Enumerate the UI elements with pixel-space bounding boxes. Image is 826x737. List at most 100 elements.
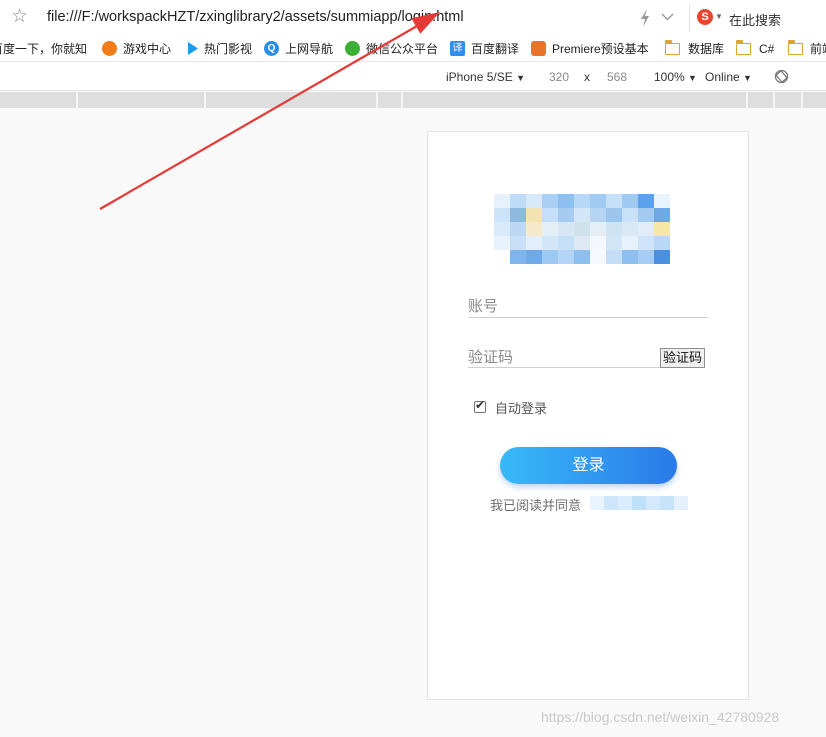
logo-mosaic-tile	[526, 194, 542, 208]
logo-mosaic-tile	[574, 208, 590, 222]
logo-mosaic-tile	[606, 208, 622, 222]
logo-mosaic-tile	[494, 236, 510, 250]
dimension-separator: x	[584, 70, 590, 84]
zoom-select[interactable]: 100% ▼	[654, 70, 697, 85]
lightning-icon[interactable]	[639, 9, 651, 27]
logo-mosaic-tile	[622, 250, 638, 264]
sogou-search-icon[interactable]: S	[697, 9, 713, 25]
ruler-divider	[801, 92, 803, 108]
bookmark-folder-frontend[interactable]: 前端	[810, 41, 826, 57]
ruler-divider	[401, 92, 403, 108]
logo-mosaic-tile	[542, 250, 558, 264]
device-toolbar: iPhone 5/SE ▼ 320 x 568 100% ▼ Online ▼	[0, 62, 826, 91]
logo-mosaic-tile	[606, 236, 622, 250]
logo-mosaic-tile	[622, 208, 638, 222]
logo-mosaic-tile	[574, 222, 590, 236]
logo-mosaic-tile	[542, 194, 558, 208]
logo-mosaic-tile	[654, 194, 670, 208]
logo-mosaic-tile	[638, 222, 654, 236]
logo-mosaic-tile	[558, 236, 574, 250]
search-input[interactable]: 在此搜索	[729, 10, 781, 29]
auto-login-label[interactable]: 自动登录	[495, 398, 547, 417]
play-icon	[188, 42, 198, 55]
premiere-icon	[531, 41, 546, 56]
caret-down-icon[interactable]: ▼	[715, 12, 723, 21]
url-field[interactable]: file:///F:/workspackHZT/zxinglibrary2/as…	[47, 9, 464, 25]
folder-icon	[664, 40, 680, 55]
network-value: Online	[705, 70, 740, 84]
logo-mosaic-tile	[654, 250, 670, 264]
link-mosaic-tile	[604, 496, 618, 510]
device-frame: 账号 验证码 验证码 ✔ 自动登录 登录 我已阅读并同意	[427, 131, 749, 700]
logo-mosaic-tile	[510, 250, 526, 264]
logo-mosaic-tile	[638, 250, 654, 264]
verification-code-input[interactable]: 验证码	[468, 347, 661, 368]
media-query-ruler	[0, 92, 826, 108]
app-logo-blurred	[494, 194, 686, 264]
logo-mosaic-tile	[494, 222, 510, 236]
watermark: https://blog.csdn.net/weixin_42780928	[541, 709, 780, 725]
logo-mosaic-tile	[574, 250, 590, 264]
logo-mosaic-tile	[638, 236, 654, 250]
link-mosaic-tile	[646, 496, 660, 510]
logo-mosaic-tile	[510, 236, 526, 250]
bookmark-premiere[interactable]: Premiere预设基本	[552, 41, 654, 57]
link-mosaic-tile	[674, 496, 688, 510]
bookmark-wechat-platform[interactable]: 微信公众平台	[366, 41, 438, 57]
ruler-divider	[773, 92, 775, 108]
logo-mosaic-tile	[510, 208, 526, 222]
height-input[interactable]: 568	[607, 70, 627, 84]
bookmarks-bar: 百度一下，你就知 游戏中心 热门影视 Q 上网导航 微信公众平台 译 百度翻译 …	[0, 36, 826, 62]
wechat-icon	[345, 41, 360, 56]
link-mosaic-tile	[618, 496, 632, 510]
logo-mosaic-tile	[606, 250, 622, 264]
rotate-icon[interactable]	[774, 69, 789, 84]
toolbar-separator	[689, 4, 690, 32]
width-input[interactable]: 320	[549, 70, 569, 84]
bookmark-baidu-translate[interactable]: 百度翻译	[471, 41, 519, 57]
logo-mosaic-tile	[590, 236, 606, 250]
bookmark-folder-database[interactable]: 数据库	[688, 41, 724, 57]
chevron-down-icon[interactable]	[661, 12, 674, 22]
address-bar: ☆ file:///F:/workspackHZT/zxinglibrary2/…	[0, 0, 826, 36]
logo-mosaic-tile	[654, 236, 670, 250]
link-mosaic-tile	[590, 496, 604, 510]
link-mosaic-tile	[660, 496, 674, 510]
account-input[interactable]: 账号	[468, 296, 708, 318]
logo-mosaic-tile	[510, 194, 526, 208]
logo-mosaic-tile	[526, 208, 542, 222]
device-select[interactable]: iPhone 5/SE ▼	[446, 70, 525, 85]
logo-mosaic-tile	[654, 208, 670, 222]
logo-mosaic-tile	[542, 222, 558, 236]
logo-mosaic-tile	[622, 222, 638, 236]
agreement-text: 我已阅读并同意	[490, 498, 582, 513]
caret-down-icon: ▼	[688, 73, 697, 83]
logo-mosaic-tile	[590, 208, 606, 222]
bookmark-hot-video[interactable]: 热门影视	[204, 41, 252, 57]
ruler-divider	[204, 92, 206, 108]
logo-mosaic-tile	[622, 194, 638, 208]
link-mosaic-tile	[632, 496, 646, 510]
logo-mosaic-tile	[542, 236, 558, 250]
logo-mosaic-tile	[622, 236, 638, 250]
logo-mosaic-tile	[606, 194, 622, 208]
star-icon[interactable]: ☆	[11, 7, 28, 27]
logo-mosaic-tile	[590, 194, 606, 208]
device-name: iPhone 5/SE	[446, 70, 513, 84]
agreement-link-blurred[interactable]	[590, 496, 690, 510]
game-center-icon	[102, 41, 117, 56]
login-button[interactable]: 登录	[500, 447, 677, 484]
get-code-button[interactable]: 验证码	[660, 348, 705, 368]
bookmark-folder-csharp[interactable]: C#	[759, 41, 774, 57]
network-select[interactable]: Online ▼	[705, 70, 752, 85]
logo-mosaic-tile	[670, 208, 686, 222]
logo-mosaic-tile	[526, 222, 542, 236]
bookmark-baidu[interactable]: 百度一下，你就知	[0, 41, 90, 57]
bookmark-game-center[interactable]: 游戏中心	[123, 41, 171, 57]
logo-mosaic-tile	[526, 250, 542, 264]
logo-mosaic-tile	[574, 194, 590, 208]
logo-mosaic-tile	[638, 208, 654, 222]
logo-mosaic-tile	[654, 222, 670, 236]
logo-mosaic-tile	[558, 208, 574, 222]
bookmark-web-navigation[interactable]: 上网导航	[285, 41, 333, 57]
